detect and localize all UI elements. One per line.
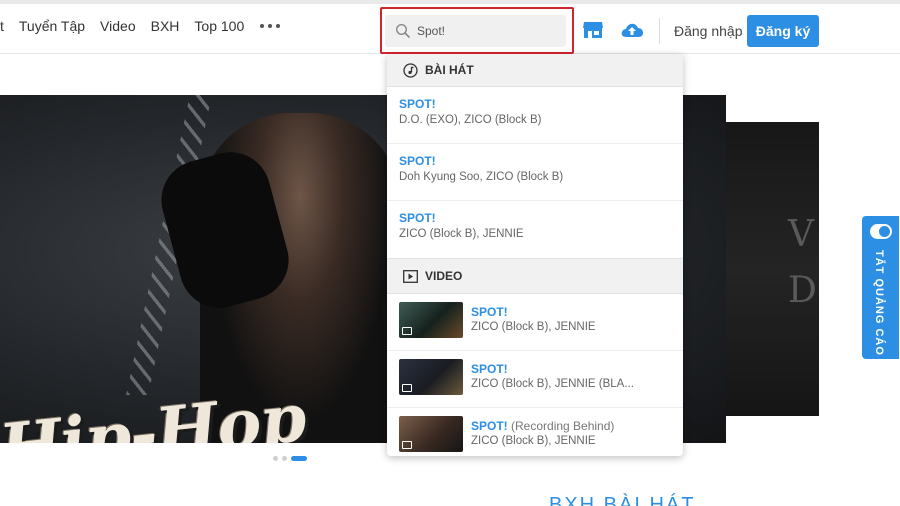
song-suggestion[interactable]: SPOT! D.O. (EXO), ZICO (Block B): [387, 87, 683, 144]
video-artist: ZICO (Block B), JENNIE (BLA...: [471, 378, 634, 390]
carousel-dots: [273, 456, 307, 461]
videos-section-header: VIDEO: [387, 258, 683, 294]
nav-item-video[interactable]: Video: [100, 18, 136, 34]
toggle-switch-icon[interactable]: [870, 224, 892, 239]
song-artist: Doh Kyung Soo, ZICO (Block B): [399, 171, 564, 183]
video-suggestion[interactable]: SPOT! ZICO (Block B), JENNIE (BLA...: [387, 351, 683, 408]
header-divider: [659, 18, 660, 44]
next-banner-preview[interactable]: V D: [726, 122, 819, 416]
song-suggestion[interactable]: SPOT! ZICO (Block B), JENNIE: [387, 201, 683, 258]
video-title: SPOT!: [471, 362, 508, 376]
store-icon[interactable]: [582, 20, 604, 40]
video-play-icon: [403, 269, 418, 283]
song-suggestion[interactable]: SPOT! Doh Kyung Soo, ZICO (Block B): [387, 144, 683, 201]
video-thumbnail: [399, 416, 463, 452]
next-banner-text: V D: [788, 214, 817, 311]
video-subtitle: (Recording Behind): [511, 419, 615, 433]
videos-section-label: VIDEO: [425, 269, 463, 283]
carousel-dot-active[interactable]: [291, 456, 307, 461]
register-button[interactable]: Đăng ký: [747, 15, 819, 47]
carousel-dot[interactable]: [273, 456, 278, 461]
songs-section-header: BÀI HÁT: [387, 54, 683, 87]
carousel-dot[interactable]: [282, 456, 287, 461]
video-badge-icon: [402, 441, 412, 449]
video-badge-icon: [402, 327, 412, 335]
nav-item-bxh[interactable]: BXH: [151, 18, 180, 34]
video-title: SPOT!: [471, 305, 508, 319]
song-title: SPOT!: [399, 154, 436, 168]
upload-cloud-icon[interactable]: [620, 20, 644, 40]
nav-item-top-100[interactable]: Top 100: [194, 18, 244, 34]
video-suggestion[interactable]: SPOT! ZICO (Block B), JENNIE: [387, 294, 683, 351]
section-heading-bxh: BXH BÀI HÁT: [549, 494, 696, 506]
song-artist: D.O. (EXO), ZICO (Block B): [399, 114, 542, 126]
nav-item-partial[interactable]: t: [0, 18, 4, 34]
more-menu-icon[interactable]: [260, 19, 281, 33]
video-thumbnail: [399, 359, 463, 395]
video-title: SPOT! (Recording Behind): [471, 419, 615, 433]
ad-toggle-label: TẮT QUẢNG CÁO: [873, 250, 885, 356]
login-link[interactable]: Đăng nhập: [674, 23, 743, 39]
search-highlight-frame: [380, 7, 574, 54]
video-badge-icon: [402, 384, 412, 392]
video-artist: ZICO (Block B), JENNIE: [471, 435, 596, 447]
nav-item-tuyen-tap[interactable]: Tuyển Tập: [19, 18, 85, 34]
song-artist: ZICO (Block B), JENNIE: [399, 228, 524, 240]
search-suggestions: BÀI HÁT SPOT! D.O. (EXO), ZICO (Block B)…: [387, 54, 683, 456]
song-title: SPOT!: [399, 211, 436, 225]
songs-section-label: BÀI HÁT: [425, 63, 474, 77]
song-title: SPOT!: [399, 97, 436, 111]
ad-toggle[interactable]: TẮT QUẢNG CÁO: [862, 216, 899, 359]
video-thumbnail: [399, 302, 463, 338]
main-nav: t Tuyển Tập Video BXH Top 100: [0, 18, 281, 34]
video-artist: ZICO (Block B), JENNIE: [471, 321, 596, 333]
video-suggestion[interactable]: SPOT! (Recording Behind) ZICO (Block B),…: [387, 408, 683, 456]
music-note-icon: [403, 62, 418, 78]
